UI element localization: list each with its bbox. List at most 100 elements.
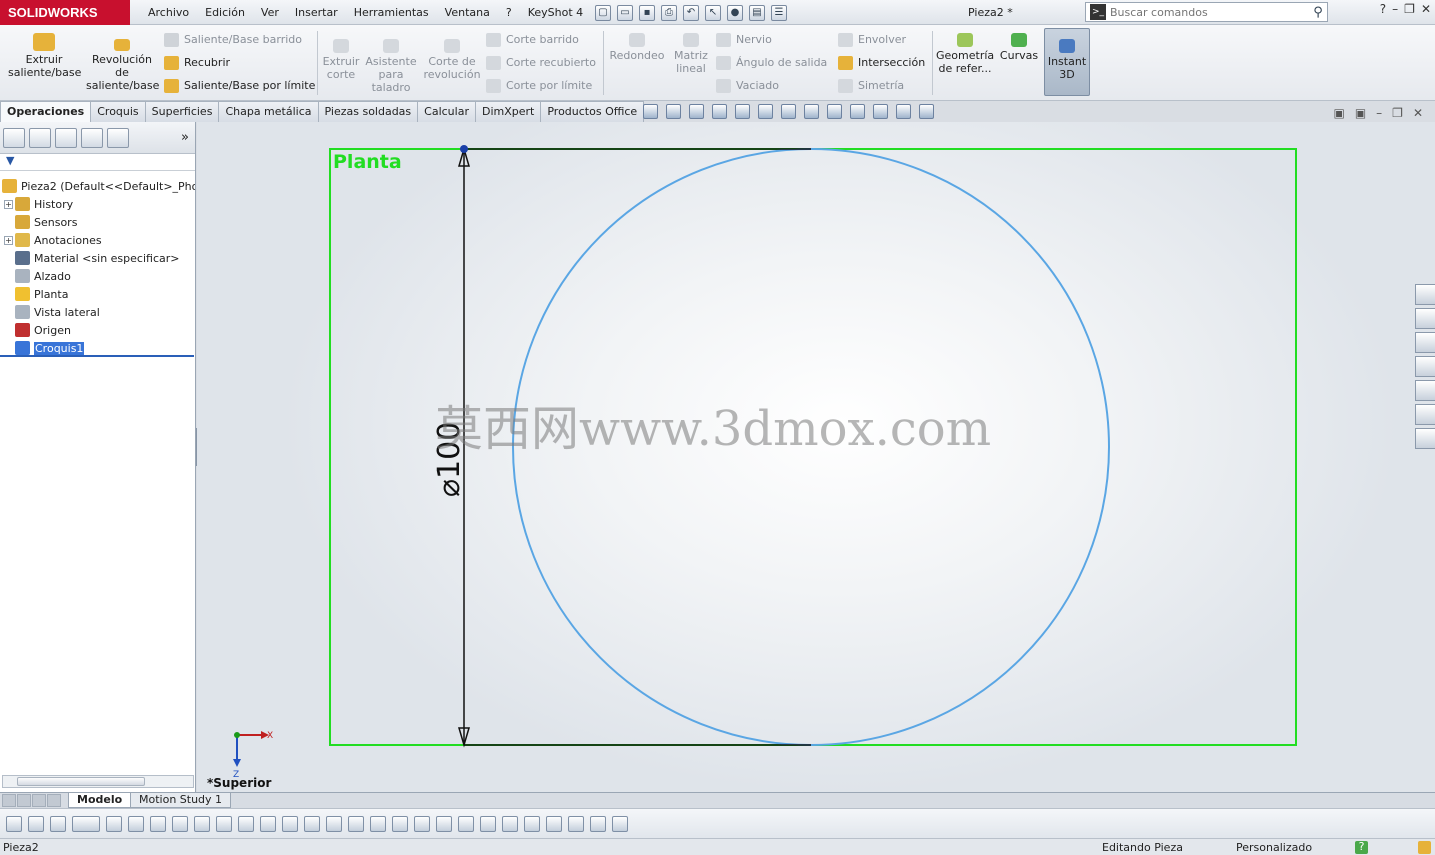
filter-center-marks-icon[interactable] (348, 815, 364, 832)
loft-cut-button[interactable]: Corte recubierto (486, 56, 596, 70)
file-explorer-icon[interactable] (1415, 356, 1435, 377)
filter-datum-targets-icon[interactable] (502, 815, 518, 832)
solidworks-logo[interactable]: SOLIDWORKS (0, 0, 130, 25)
extrude-boss-button[interactable]: Extruir saliente/base (8, 33, 81, 79)
extrude-cut-button[interactable]: Extruir corte (321, 39, 361, 81)
options-icon[interactable]: ☰ (771, 4, 787, 21)
fillet-button[interactable]: Redondeo (608, 33, 666, 62)
view-palette-icon[interactable] (1415, 380, 1435, 401)
status-help-icon[interactable]: ? (1355, 841, 1368, 854)
split-icon[interactable]: ▣ (1355, 106, 1366, 120)
filter-midpoints-icon[interactable] (326, 815, 342, 832)
configuration-manager-tab-icon[interactable] (55, 127, 77, 148)
tree-item[interactable]: Vista lateral (0, 303, 195, 321)
revolve-boss-button[interactable]: Revolución de saliente/base (86, 39, 159, 92)
revolve-cut-button[interactable]: Corte de revolución (422, 39, 482, 81)
filter-toggle-icon[interactable] (6, 815, 22, 832)
open-folder-icon[interactable]: ▭ (617, 4, 633, 21)
menu-archivo[interactable]: Archivo (140, 0, 197, 25)
filter-axes-icon[interactable] (238, 815, 254, 832)
tree-root[interactable]: Pieza2 (Default<<Default>_Phot (0, 177, 195, 195)
draft-button[interactable]: Ángulo de salida (716, 56, 827, 70)
tab-chapa-metalica[interactable]: Chapa metálica (218, 101, 319, 122)
tree-rollback-bar[interactable] (0, 355, 194, 357)
tab-croquis[interactable]: Croquis (90, 101, 146, 122)
undo-icon[interactable]: ↶ (683, 4, 699, 21)
appearances-icon[interactable] (1415, 404, 1435, 425)
tree-item[interactable]: Material <sin especificar> (0, 249, 195, 267)
tab-calcular[interactable]: Calcular (417, 101, 476, 122)
menu-keyshot[interactable]: KeyShot 4 (520, 0, 591, 25)
tree-item[interactable]: Planta (0, 285, 195, 303)
rib-button[interactable]: Nervio (716, 33, 772, 47)
tab-superficies[interactable]: Superficies (144, 101, 220, 122)
doc-restore-icon[interactable]: ❐ (1392, 106, 1403, 120)
hole-wizard-button[interactable]: Asistente para taladro (364, 39, 418, 94)
select-other-icon[interactable] (106, 815, 122, 832)
filter-planes-icon[interactable] (260, 815, 276, 832)
tab-operaciones[interactable]: Operaciones (0, 101, 92, 122)
doc-close-icon[interactable]: ✕ (1413, 106, 1423, 120)
reference-geometry-button[interactable]: Geometría de refer... (936, 33, 994, 75)
wrap-button[interactable]: Envolver (838, 33, 906, 47)
menu-herramientas[interactable]: Herramientas (346, 0, 437, 25)
filter-faces-icon[interactable] (172, 815, 188, 832)
filter-sketch-segments-icon[interactable] (304, 815, 320, 832)
filter-dimensions-icon[interactable] (392, 815, 408, 832)
file-properties-icon[interactable]: ▤ (749, 4, 765, 21)
dynamic-annotation-icon[interactable] (735, 104, 750, 119)
sweep-boss-button[interactable]: Saliente/Base barrido (164, 33, 302, 47)
search-box[interactable]: >_ ⚲ (1085, 2, 1328, 22)
search-input[interactable] (1110, 5, 1309, 19)
tab-productos-office[interactable]: Productos Office (540, 101, 645, 122)
apply-scene-icon[interactable] (850, 104, 865, 119)
tree-item[interactable]: Sensors (0, 213, 195, 231)
dimension-endpoint[interactable] (460, 145, 468, 153)
loft-button[interactable]: Recubrir (164, 56, 230, 70)
photoview-icon[interactable] (919, 104, 934, 119)
tab-motion-study[interactable]: Motion Study 1 (130, 793, 232, 808)
boundary-cut-button[interactable]: Corte por límite (486, 79, 592, 93)
filter-clear-icon[interactable] (28, 815, 44, 832)
solidworks-resources-icon[interactable] (1415, 284, 1435, 305)
tile-icon[interactable]: ▣ (1333, 106, 1344, 120)
filter-edges-icon[interactable] (150, 815, 166, 832)
home-icon[interactable] (1415, 308, 1435, 329)
filter-solid-bodies-icon[interactable] (216, 815, 232, 832)
display-style-icon[interactable] (781, 104, 796, 119)
linear-pattern-button[interactable]: Matriz lineal (672, 33, 710, 75)
filter-dowel-pins-icon[interactable] (546, 815, 562, 832)
view-settings-icon[interactable] (873, 104, 888, 119)
filter-surface-finish-icon[interactable] (414, 815, 430, 832)
filter-connection-points-icon[interactable] (568, 815, 584, 832)
print-icon[interactable]: ⎙ (661, 4, 677, 21)
tree-item[interactable]: + History (0, 195, 195, 213)
tree-filter[interactable]: ▼ (0, 154, 195, 171)
view-orientation-icon[interactable] (758, 104, 773, 119)
property-manager-tab-icon[interactable] (29, 127, 51, 148)
save-icon[interactable]: ▪ (639, 4, 655, 21)
tab-dimxpert[interactable]: DimXpert (474, 101, 542, 122)
edit-appearance-icon[interactable] (827, 104, 842, 119)
filter-surface-bodies-icon[interactable] (194, 815, 210, 832)
doc-minimize-icon[interactable]: – (1376, 106, 1382, 120)
filter-routing-points-icon[interactable] (590, 815, 606, 832)
last-tab-icon[interactable] (47, 794, 61, 807)
status-units[interactable]: Personalizado (1236, 839, 1312, 855)
tree-item[interactable]: Origen (0, 321, 195, 339)
menu-edicion[interactable]: Edición (197, 0, 253, 25)
filter-weld-symbols-icon[interactable] (480, 815, 496, 832)
filter-cosmetic-weld-icon[interactable] (612, 815, 628, 832)
menu-ventana[interactable]: Ventana (437, 0, 498, 25)
filter-all-icon[interactable] (50, 815, 66, 832)
display-manager-tab-icon[interactable] (107, 127, 129, 148)
graphics-area[interactable]: Planta ⌀100 莫西网www.3dmox.com X Z *Superi… (197, 122, 1435, 792)
section-view-icon[interactable] (712, 104, 727, 119)
new-document-icon[interactable]: ▢ (595, 4, 611, 21)
help-icon[interactable]: ? (1380, 2, 1386, 16)
next-tab-icon[interactable] (32, 794, 46, 807)
tab-piezas-soldadas[interactable]: Piezas soldadas (317, 101, 419, 122)
rebuild-icon[interactable]: ● (727, 4, 743, 21)
previous-view-icon[interactable] (689, 104, 704, 119)
menu-help[interactable]: ? (498, 0, 520, 25)
